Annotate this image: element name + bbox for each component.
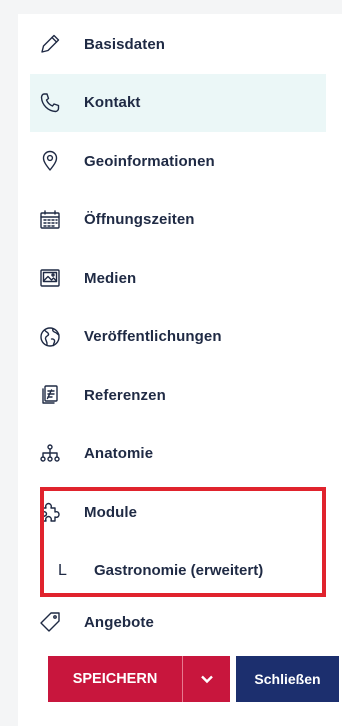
image-icon: [38, 266, 62, 290]
sidebar-subitem-label: Gastronomie (erweitert): [94, 562, 264, 580]
puzzle-icon: [38, 500, 62, 524]
sidebar-item-geoinformationen[interactable]: Geoinformationen: [30, 132, 326, 191]
sidebar-item-label: Veröffentlichungen: [84, 328, 222, 346]
documents-icon: [38, 383, 62, 407]
location-pin-icon: [38, 149, 62, 173]
chevron-down-icon: [200, 672, 214, 686]
close-button[interactable]: Schließen: [236, 656, 339, 702]
calendar-icon: [38, 208, 62, 232]
sidebar-item-label: Medien: [84, 269, 137, 287]
sidebar-item-referenzen[interactable]: Referenzen: [30, 366, 326, 425]
sidebar-item-veroeffentlichungen[interactable]: Veröffentlichungen: [30, 308, 326, 367]
sidebar-item-label: Geoinformationen: [84, 152, 215, 170]
save-dropdown-button[interactable]: [182, 656, 230, 702]
sidebar-item-label: Referenzen: [84, 386, 166, 404]
sidebar-subitem-gastronomie[interactable]: L Gastronomie (erweitert): [30, 542, 326, 601]
tag-icon: [38, 610, 62, 634]
sidebar-item-module[interactable]: Module: [30, 483, 326, 542]
footer-actions: SPEICHERN Schließen: [48, 656, 339, 702]
sidebar-nav: Basisdaten Kontakt Geoinformationen Öffn…: [30, 15, 326, 644]
subitem-marker: L: [58, 561, 67, 579]
sidebar-item-angebote[interactable]: Angebote: [30, 600, 326, 644]
sidebar-item-label: Module: [84, 503, 138, 521]
sidebar-item-label: Öffnungszeiten: [84, 211, 195, 229]
hierarchy-icon: [38, 442, 62, 466]
sidebar-item-kontakt[interactable]: Kontakt: [30, 73, 326, 132]
pencil-icon: [38, 32, 62, 56]
sidebar-item-label: Angebote: [84, 613, 154, 631]
sidebar-item-medien[interactable]: Medien: [30, 249, 326, 308]
save-button[interactable]: SPEICHERN: [48, 656, 182, 702]
sidebar-item-label: Kontakt: [84, 94, 141, 112]
sidebar-item-label: Basisdaten: [84, 35, 166, 53]
globe-icon: [38, 325, 62, 349]
sidebar-item-label: Anatomie: [84, 445, 154, 463]
sidebar-item-basisdaten[interactable]: Basisdaten: [30, 15, 326, 74]
sidebar-item-oeffnungszeiten[interactable]: Öffnungszeiten: [30, 191, 326, 250]
phone-icon: [38, 91, 62, 115]
sidebar-item-anatomie[interactable]: Anatomie: [30, 425, 326, 484]
